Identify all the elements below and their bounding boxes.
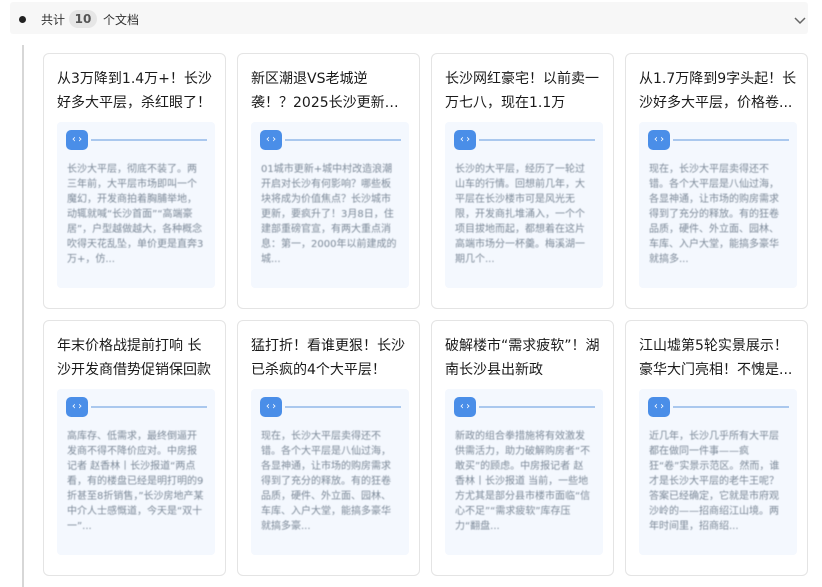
count-prefix-label: 共计 xyxy=(41,13,66,27)
card-preview-text: 长沙大平层，彻底不装了。两三年前，大平层市场即叫一个魔幻，开发商拍着胸脯举地，动… xyxy=(67,164,204,265)
card-title[interactable]: 从1.7万降到9字头起！长沙好多大平层，价格卷... xyxy=(639,67,797,115)
link-icon: ‹› xyxy=(260,130,282,150)
link-icon: ‹› xyxy=(66,130,88,150)
card-preview-text: 现在，长沙大平层卖得还不错。各个大平层是八仙过海，各显神通，让市场的购房需求得到… xyxy=(649,164,779,265)
card-title[interactable]: 猛打折！看谁更狠！长沙已杀疯的4个大平层！ xyxy=(251,334,409,382)
card-preview[interactable]: ‹› 新政的组合拳措施将有效激发供需活力，助力破解购房者“不敢买”的顾虑。中房报… xyxy=(445,389,603,555)
link-icon: ‹› xyxy=(66,397,88,417)
card-preview-text: 新政的组合拳措施将有效激发供需活力，助力破解购房者“不敢买”的顾虑。中房报记者 … xyxy=(455,431,591,532)
card-preview[interactable]: ‹› 长沙的大平层，经历了一轮过山车的行情。回想前几年，大平层在长沙楼市可是风光… xyxy=(445,122,603,288)
document-count-panel[interactable]: 共计 10 个文档 xyxy=(10,2,808,34)
card-preview-text: 高库存、低需求，最终倒逼开发商不得不降价应对。中房报记者 赵香林丨长沙报道“两点… xyxy=(67,431,204,532)
count-suffix-label: 个文档 xyxy=(103,13,140,27)
preview-divider xyxy=(285,139,401,141)
card-preview[interactable]: ‹› 现在，长沙大平层卖得还不错。各个大平层是八仙过海，各显神通，让市场的购房需… xyxy=(639,122,797,288)
card-preview-text: 长沙的大平层，经历了一轮过山车的行情。回想前几年，大平层在长沙楼市可是风光无限，… xyxy=(455,164,585,265)
preview-divider xyxy=(91,406,207,408)
card-preview-text: 01城市更新+城中村改造浪潮开启对长沙有何影响？哪些板块将成为价值焦点？长沙城市… xyxy=(261,164,397,265)
preview-divider xyxy=(479,139,595,141)
preview-divider xyxy=(479,406,595,408)
preview-divider xyxy=(673,139,789,141)
document-card[interactable]: 长沙网红豪宅！以前卖一万七八，现在1.1万+起！ ‹› 长沙的大平层，经历了一轮… xyxy=(431,53,614,309)
bullet-icon xyxy=(19,16,26,23)
document-card[interactable]: 从1.7万降到9字头起！长沙好多大平层，价格卷... ‹› 现在，长沙大平层卖得… xyxy=(625,53,808,309)
card-title[interactable]: 年末价格战提前打响 长沙开发商借势促销保回款 xyxy=(57,334,215,382)
section-divider xyxy=(22,45,24,587)
link-icon: ‹› xyxy=(454,397,476,417)
card-preview[interactable]: ‹› 现在，长沙大平层卖得还不错。各个大平层是八仙过海，各显神通，让市场的购房需… xyxy=(251,389,409,555)
preview-divider xyxy=(285,406,401,408)
card-preview[interactable]: ‹› 高库存、低需求，最终倒逼开发商不得不降价应对。中房报记者 赵香林丨长沙报道… xyxy=(57,389,215,555)
document-card[interactable]: 从3万降到1.4万+！长沙好多大平层，杀红眼了！ ‹› 长沙大平层，彻底不装了。… xyxy=(43,53,226,309)
link-icon: ‹› xyxy=(260,397,282,417)
card-title[interactable]: 从3万降到1.4万+！长沙好多大平层，杀红眼了！ xyxy=(57,67,215,115)
card-preview[interactable]: ‹› 近几年，长沙几乎所有大平层都在做同一件事——疯狂“卷”实景示范区。然而，谁… xyxy=(639,389,797,555)
card-title[interactable]: 长沙网红豪宅！以前卖一万七八，现在1.1万+起！ xyxy=(445,67,603,115)
card-title[interactable]: 破解楼市“需求疲软”！湖南长沙县出新政 xyxy=(445,334,603,382)
document-card[interactable]: 破解楼市“需求疲软”！湖南长沙县出新政 ‹› 新政的组合拳措施将有效激发供需活力… xyxy=(431,320,614,576)
chevron-down-icon[interactable] xyxy=(792,12,808,26)
card-preview-text: 近几年，长沙几乎所有大平层都在做同一件事——疯狂“卷”实景示范区。然而，谁才是长… xyxy=(649,431,780,532)
card-title[interactable]: 江山墟第5轮实景展示！豪华大门亮相！不愧是... xyxy=(639,334,797,382)
document-card[interactable]: 江山墟第5轮实景展示！豪华大门亮相！不愧是... ‹› 近几年，长沙几乎所有大平… xyxy=(625,320,808,576)
card-preview-text: 现在，长沙大平层卖得还不错。各个大平层是八仙过海，各显神通，让市场的购房需求得到… xyxy=(261,431,391,532)
link-icon: ‹› xyxy=(648,130,670,150)
preview-divider xyxy=(673,406,789,408)
preview-divider xyxy=(91,139,207,141)
document-card[interactable]: 新区潮退VS老城逆袭！？2025长沙更新爆发，市... ‹› 01城市更新+城中… xyxy=(237,53,420,309)
document-card[interactable]: 猛打折！看谁更狠！长沙已杀疯的4个大平层！ ‹› 现在，长沙大平层卖得还不错。各… xyxy=(237,320,420,576)
document-count-bar: 共计 10 个文档 xyxy=(0,0,822,38)
document-count-badge: 10 xyxy=(69,10,97,28)
card-preview[interactable]: ‹› 01城市更新+城中村改造浪潮开启对长沙有何影响？哪些板块将成为价值焦点？长… xyxy=(251,122,409,288)
link-icon: ‹› xyxy=(648,397,670,417)
card-preview[interactable]: ‹› 长沙大平层，彻底不装了。两三年前，大平层市场即叫一个魔幻，开发商拍着胸脯举… xyxy=(57,122,215,288)
document-card[interactable]: 年末价格战提前打响 长沙开发商借势促销保回款 ‹› 高库存、低需求，最终倒逼开发… xyxy=(43,320,226,576)
card-title[interactable]: 新区潮退VS老城逆袭！？2025长沙更新爆发，市... xyxy=(251,67,409,115)
link-icon: ‹› xyxy=(454,130,476,150)
